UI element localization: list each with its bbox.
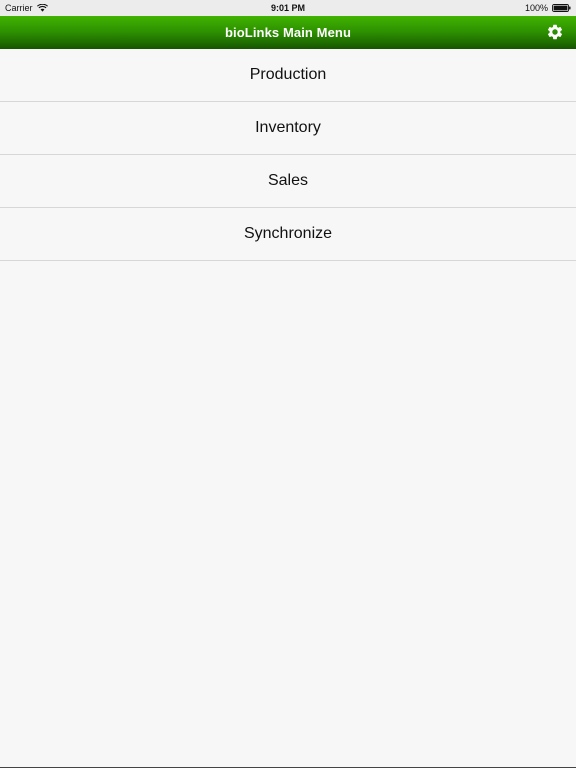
status-time: 9:01 PM	[270, 3, 305, 13]
menu-item-label: Sales	[267, 172, 309, 189]
gear-icon	[546, 23, 564, 41]
menu-item-label: Synchronize	[243, 225, 333, 242]
status-left: Carrier	[5, 3, 125, 13]
menu-item-label: Production	[249, 66, 327, 83]
menu-item-label: Inventory	[255, 119, 321, 136]
main-menu-list: Production Inventory Sales Synchronize	[0, 49, 576, 261]
status-bar: Carrier 9:01 PM 100%	[0, 0, 576, 16]
settings-button[interactable]	[546, 23, 564, 41]
menu-item-production[interactable]: Production	[0, 49, 576, 102]
wifi-icon	[36, 4, 48, 12]
battery-percent: 100%	[524, 3, 548, 13]
menu-item-synchronize[interactable]: Synchronize	[0, 208, 576, 261]
page-title: bioLinks Main Menu	[224, 25, 352, 40]
status-right: 100%	[451, 3, 571, 13]
carrier-label: Carrier	[5, 3, 33, 13]
menu-item-inventory[interactable]: Inventory	[0, 102, 576, 155]
menu-item-sales[interactable]: Sales	[0, 155, 576, 208]
nav-bar: bioLinks Main Menu	[0, 16, 576, 49]
battery-icon	[552, 4, 571, 12]
